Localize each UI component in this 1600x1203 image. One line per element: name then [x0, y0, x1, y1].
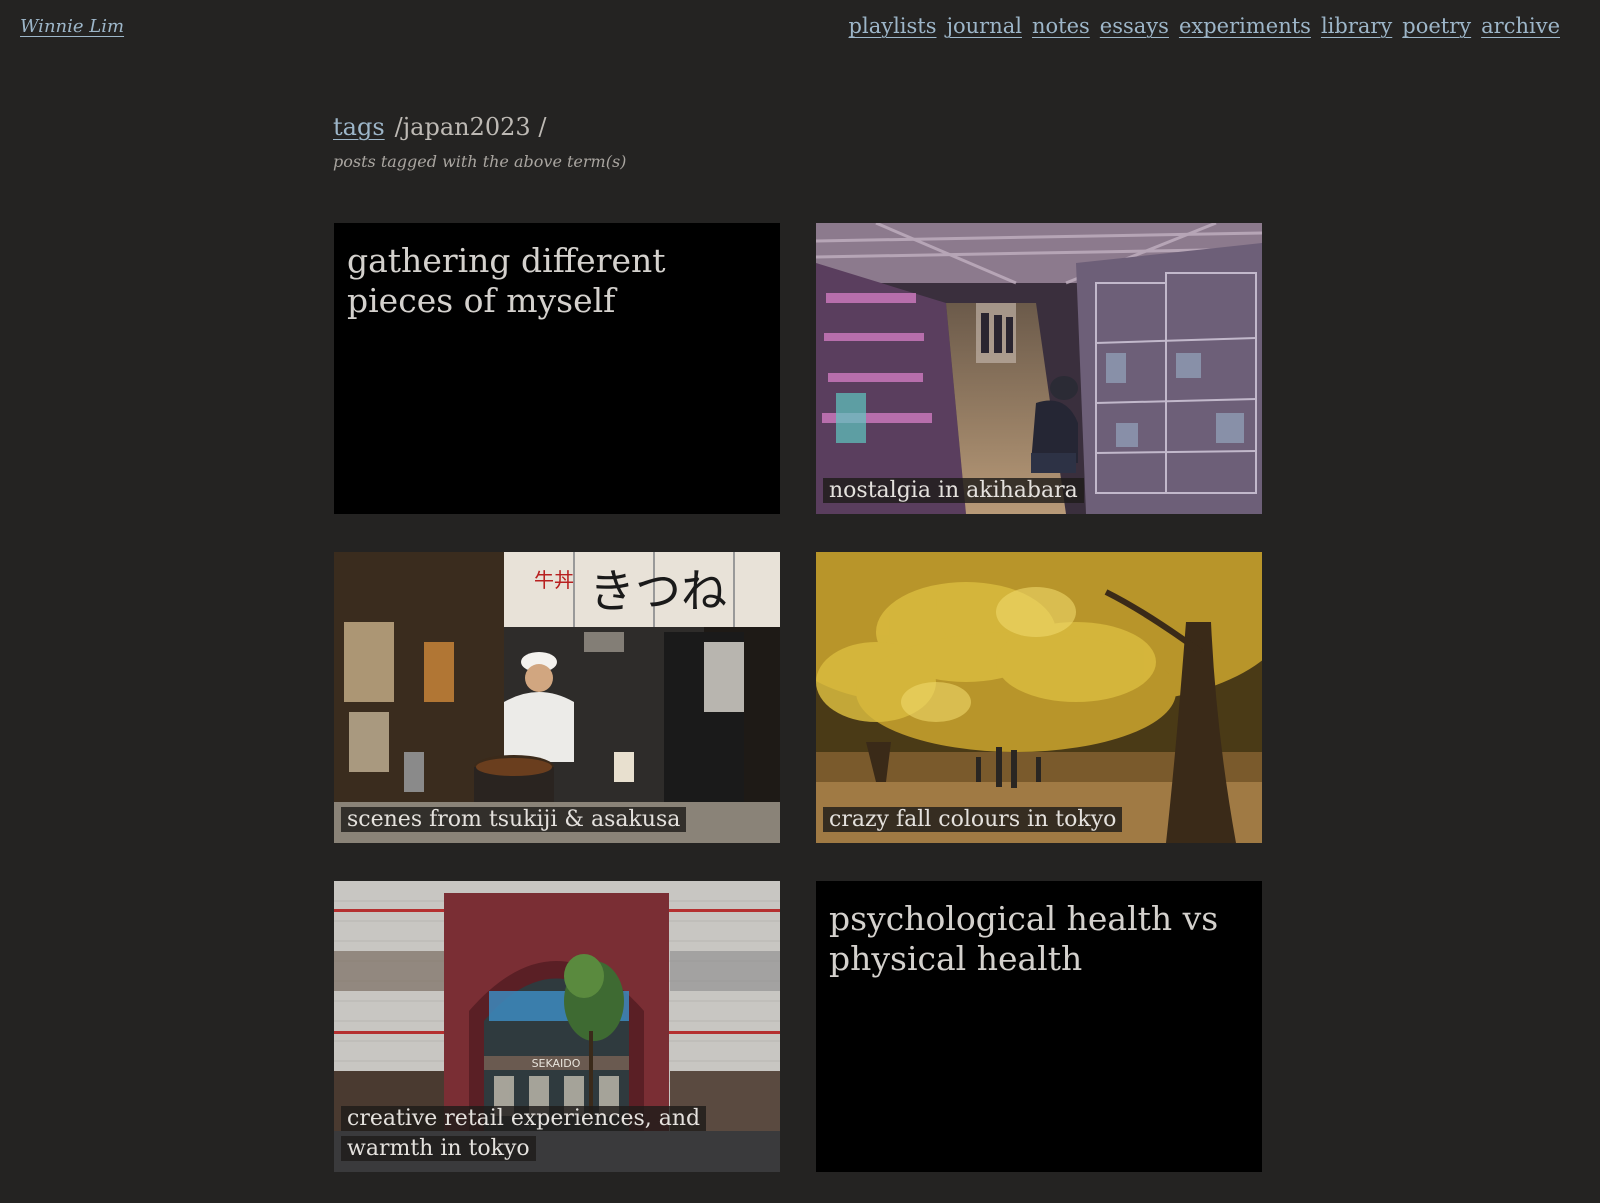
nav-link-notes[interactable]: notes	[1032, 14, 1090, 38]
post-card[interactable]: psychological health vs physical health	[816, 881, 1262, 1172]
post-caption: creative retail experiences, and warmth …	[341, 1104, 772, 1164]
nav-link-journal[interactable]: journal	[947, 14, 1022, 38]
post-card[interactable]: nostalgia in akihabara	[816, 223, 1262, 514]
ginkgo-trees-photo	[816, 552, 1262, 843]
post-title: psychological health vs physical health	[829, 899, 1219, 978]
post-grid: gathering different pieces of myself nos…	[334, 223, 1262, 1172]
nav-link-experiments[interactable]: experiments	[1179, 14, 1311, 38]
post-card[interactable]: 牛丼 きつね scenes from tsukiji & asakusa	[334, 552, 780, 843]
nav-link-essays[interactable]: essays	[1100, 14, 1169, 38]
post-card[interactable]: crazy fall colours in tokyo	[816, 552, 1262, 843]
food-stall-chef-photo: 牛丼 きつね	[334, 552, 780, 843]
gyudon-sign-text: 牛丼	[534, 568, 574, 592]
nav-link-poetry[interactable]: poetry	[1402, 14, 1471, 38]
breadcrumb-tags-link[interactable]: tags	[333, 113, 385, 141]
sekaido-sign-text: SEKAIDO	[532, 1057, 581, 1070]
post-caption: crazy fall colours in tokyo	[823, 805, 1254, 835]
nav-link-library[interactable]: library	[1321, 14, 1392, 38]
post-caption: nostalgia in akihabara	[823, 476, 1254, 506]
breadcrumb-term: /japan2023 /	[394, 113, 547, 141]
main-nav: playlists journal notes essays experimen…	[849, 14, 1560, 38]
site-name-link[interactable]: Winnie Lim	[20, 16, 124, 37]
post-caption: scenes from tsukiji & asakusa	[341, 805, 772, 835]
noren-sign-text: きつね	[589, 564, 727, 618]
breadcrumb: tags /japan2023 /	[333, 113, 546, 141]
nav-link-archive[interactable]: archive	[1481, 14, 1560, 38]
post-title: gathering different pieces of myself	[347, 241, 666, 320]
nav-link-playlists[interactable]: playlists	[849, 14, 937, 38]
page-subtitle: posts tagged with the above term(s)	[333, 152, 627, 171]
post-card[interactable]: SEKAIDO creative retail experiences, and…	[334, 881, 780, 1172]
post-card[interactable]: gathering different pieces of myself	[334, 223, 780, 514]
akihabara-shop-photo	[816, 223, 1262, 514]
